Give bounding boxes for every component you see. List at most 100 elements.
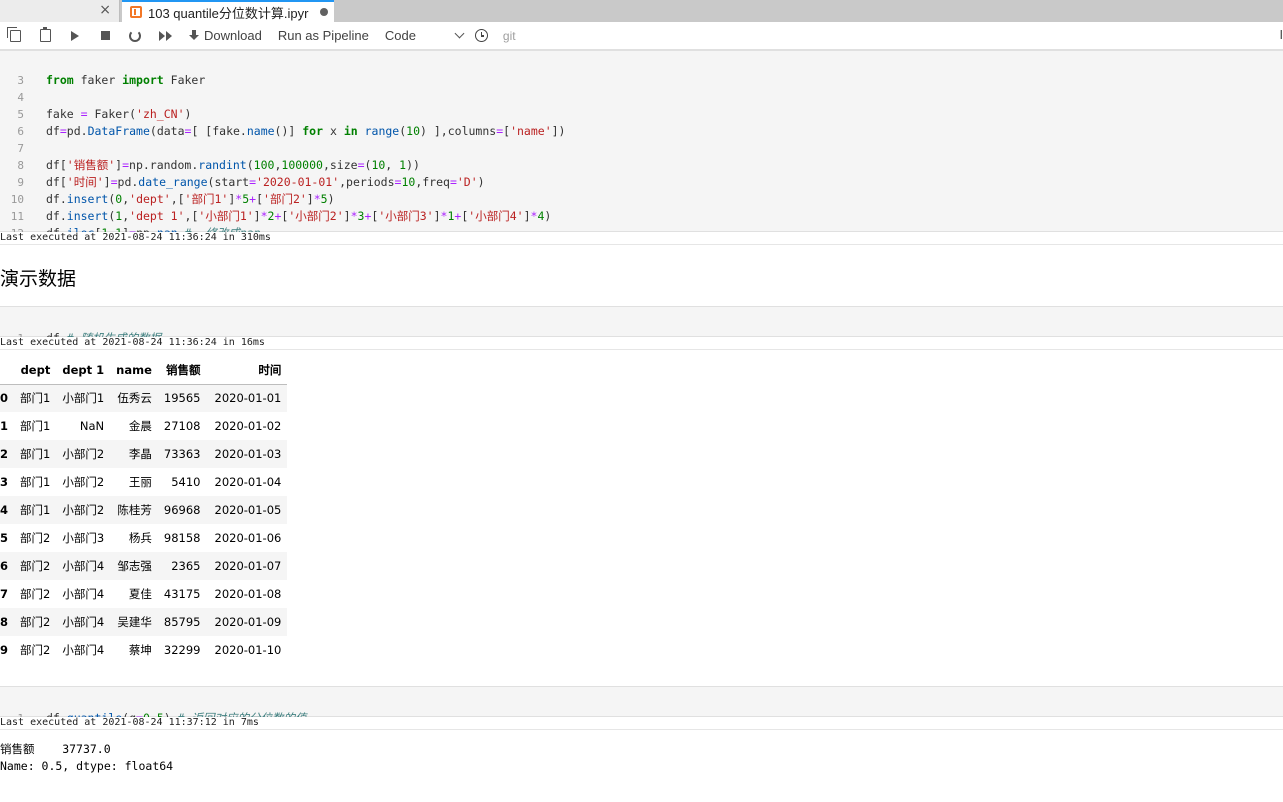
table-cell-sales: 32299 bbox=[163, 643, 201, 657]
table-cell-dept: 部门1 bbox=[20, 447, 51, 461]
download-button[interactable]: Download bbox=[180, 22, 270, 50]
column-header: dept bbox=[14, 356, 57, 385]
code-cell-3[interactable]: 1df.quantile(q=0.5) # 返回对应的分位数的值 bbox=[0, 686, 1283, 725]
table-cell-name: 夏佳 bbox=[128, 587, 152, 601]
table-cell-dept1: 小部门2 bbox=[62, 475, 105, 489]
table-cell-time: 2020-01-10 bbox=[214, 643, 282, 657]
cell-type-select[interactable]: Code bbox=[381, 22, 467, 50]
table-cell-name: 吴建华 bbox=[117, 615, 152, 629]
table-row: 7 部门2 小部门4 夏佳 43175 2020-01-08 bbox=[0, 580, 287, 608]
copy-button[interactable] bbox=[0, 22, 30, 50]
table-cell-dept1: 小部门4 bbox=[62, 559, 105, 573]
paste-icon bbox=[39, 27, 51, 42]
table-cell-dept: 部门1 bbox=[20, 475, 51, 489]
row-index: 2 bbox=[0, 447, 9, 461]
run-all-button[interactable] bbox=[150, 22, 180, 50]
restart-icon bbox=[129, 29, 141, 42]
table-cell-dept: 部门1 bbox=[20, 391, 51, 406]
table-cell-time: 2020-01-01 bbox=[214, 391, 282, 406]
code-cell-1[interactable]: 3 from faker import Faker 4 5 fake = Faker… bbox=[0, 50, 1283, 240]
code-line: 10 df.insert(0,'dept',['部门1']*5+['部门2']*5… bbox=[10, 192, 335, 206]
output-line: 销售额 37737.0 bbox=[0, 742, 111, 756]
table-row: 8 部门2 小部门4 吴建华 85795 2020-01-09 bbox=[0, 608, 288, 636]
table-cell-dept: 部门2 bbox=[20, 587, 51, 601]
output-line: Name: 0.5, dtype: float64 bbox=[0, 759, 174, 773]
run-button[interactable] bbox=[60, 22, 90, 50]
code-line: 8 df['销售额']=np.random.randint(100,100000,… bbox=[17, 158, 420, 172]
table-cell-sales: 19565 bbox=[163, 391, 201, 406]
table-row: 9 部门2 小部门4 蔡坤 32299 2020-01-10 bbox=[0, 636, 287, 664]
tab-notebook[interactable]: 103 quantile分位数计算.ipyr bbox=[122, 0, 334, 22]
table-cell-time: 2020-01-02 bbox=[214, 419, 282, 433]
table-cell-sales: 2365 bbox=[171, 559, 201, 573]
table-cell-time: 2020-01-05 bbox=[214, 503, 282, 517]
play-icon bbox=[71, 30, 79, 41]
paste-button[interactable] bbox=[30, 22, 60, 50]
tab-launcher[interactable]: × bbox=[0, 0, 120, 22]
code-line: 5 fake = Faker('zh_CN') bbox=[17, 107, 192, 121]
download-icon bbox=[188, 29, 200, 42]
table-header-row: dept dept 1 name 销售额 时间 bbox=[0, 356, 288, 385]
table-cell-dept1: 小部门4 bbox=[62, 615, 105, 629]
fast-forward-icon bbox=[158, 30, 172, 41]
table-cell-sales: 27108 bbox=[163, 419, 201, 433]
table-cell-dept1: 小部门2 bbox=[62, 447, 105, 461]
table-cell-name: 杨兵 bbox=[128, 531, 152, 545]
copy-icon bbox=[6, 26, 21, 42]
table-cell-dept1: 小部门2 bbox=[62, 503, 105, 517]
row-index: 6 bbox=[0, 559, 9, 573]
table-row: 6 部门2 小部门4 邹志强 2365 2020-01-07 bbox=[0, 552, 288, 580]
code-line: 9 df['时间']=pd.date_range(start='2020-01-0… bbox=[17, 175, 485, 189]
table-cell-dept: 部门2 bbox=[20, 643, 51, 657]
row-index: 5 bbox=[0, 531, 9, 545]
table-cell-sales: 98158 bbox=[163, 531, 201, 545]
table-cell-sales: 5410 bbox=[171, 475, 201, 489]
table-row: 5 部门2 小部门3 杨兵 98158 2020-01-06 bbox=[0, 524, 287, 552]
row-index: 9 bbox=[0, 643, 9, 657]
table-cell-dept1: NaN bbox=[79, 419, 105, 433]
execution-info: Last executed at 2021-08-24 11:36:24 in … bbox=[0, 337, 1283, 350]
table-cell-time: 2020-01-09 bbox=[214, 615, 282, 629]
row-index: 8 bbox=[0, 615, 9, 629]
stop-button[interactable] bbox=[90, 22, 120, 50]
code-line: 7 bbox=[17, 142, 24, 155]
column-header: dept 1 bbox=[56, 356, 111, 385]
row-index: 3 bbox=[0, 475, 9, 489]
column-header: name bbox=[110, 356, 158, 385]
history-button[interactable] bbox=[467, 22, 497, 50]
code-cell-2[interactable]: 1df # 随机生成的数据 bbox=[0, 306, 1283, 345]
table-cell-dept: 部门2 bbox=[20, 615, 51, 629]
row-index: 1 bbox=[0, 419, 9, 433]
code-line: 11 df.insert(1,'dept 1',['小部门1']*2+['小部门2… bbox=[10, 209, 552, 223]
table-row: 1 部门1 NaN 金晨 27108 2020-01-02 bbox=[0, 412, 287, 440]
table-row: 4 部门1 小部门2 陈桂芳 96968 2020-01-05 bbox=[0, 496, 288, 524]
table-cell-name: 伍秀云 bbox=[117, 391, 152, 406]
cell-type-value: Code bbox=[384, 28, 416, 43]
restart-button[interactable] bbox=[120, 22, 150, 50]
code-line: 1df.quantile(q=0.5) # 返回对应的分位数的值 bbox=[0, 693, 1283, 725]
code-line: 12df.iloc[1,1]=np.nan # 修改成nan bbox=[0, 208, 1283, 240]
column-header: 时间 bbox=[206, 356, 288, 385]
table-cell-time: 2020-01-04 bbox=[214, 475, 282, 489]
table-cell-dept: 部门1 bbox=[20, 503, 51, 517]
table-cell-dept1: 小部门3 bbox=[62, 531, 105, 545]
run-as-pipeline-button[interactable]: Run as Pipeline bbox=[270, 22, 377, 50]
table-cell-name: 陈桂芳 bbox=[117, 503, 152, 517]
table-cell-name: 李晶 bbox=[128, 447, 152, 461]
table-cell-name: 蔡坤 bbox=[128, 643, 152, 657]
stop-icon bbox=[100, 31, 110, 40]
code-line: 3 from faker import Faker bbox=[17, 73, 206, 87]
table-cell-time: 2020-01-07 bbox=[214, 559, 282, 573]
git-button[interactable]: git bbox=[497, 22, 522, 50]
row-index: 4 bbox=[0, 503, 9, 517]
close-icon[interactable]: × bbox=[99, 2, 111, 18]
table-cell-name: 金晨 bbox=[128, 419, 152, 433]
row-index: 7 bbox=[0, 587, 9, 601]
table-cell-time: 2020-01-03 bbox=[214, 447, 282, 461]
table-cell-dept1: 小部门4 bbox=[62, 587, 105, 601]
table-row: 2 部门1 小部门2 李晶 73363 2020-01-03 bbox=[0, 440, 288, 468]
table-cell-name: 王丽 bbox=[128, 475, 152, 489]
chevron-down-icon bbox=[454, 28, 465, 39]
unsaved-dot-icon[interactable] bbox=[320, 8, 328, 16]
table-cell-dept: 部门2 bbox=[20, 531, 51, 545]
